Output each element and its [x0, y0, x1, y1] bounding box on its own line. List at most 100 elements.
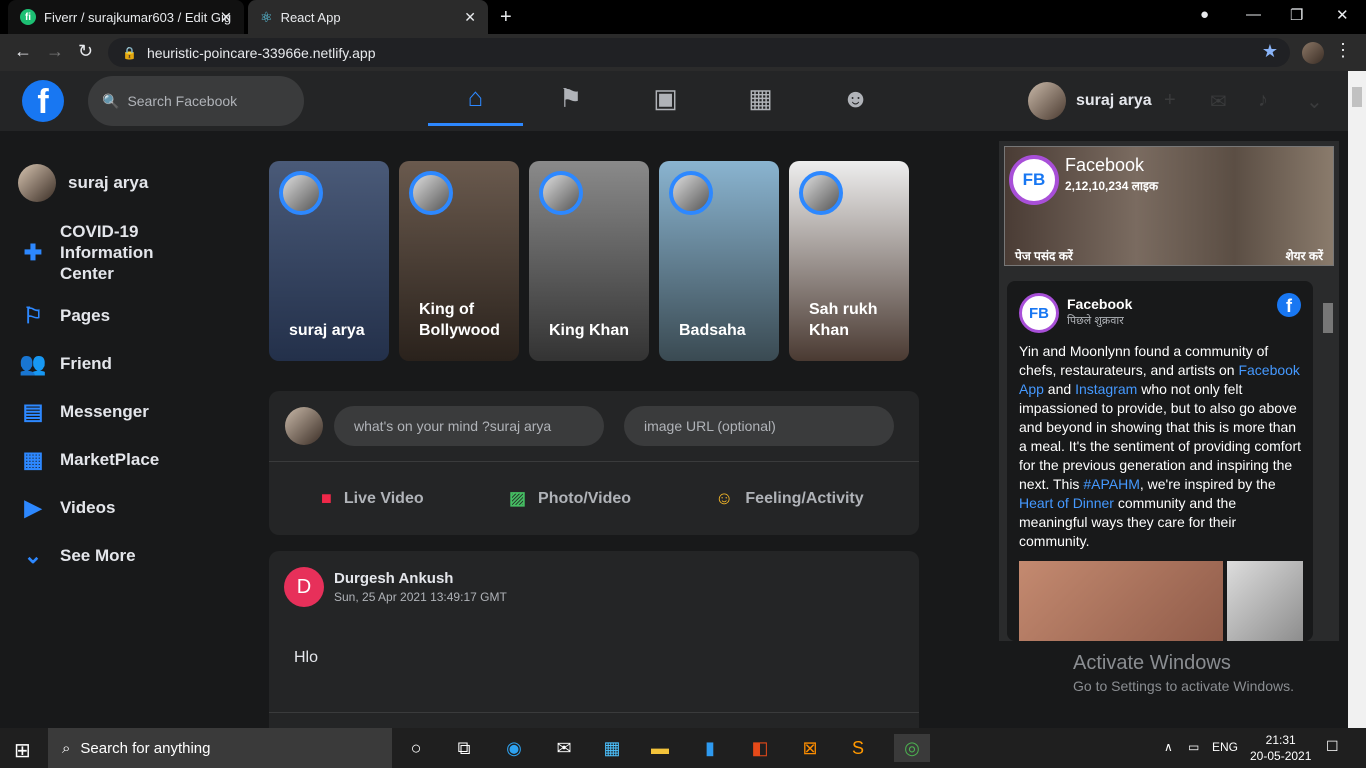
divider: [269, 461, 919, 462]
minimize-icon[interactable]: —: [1246, 6, 1261, 23]
groups-tab-icon[interactable]: ☻: [808, 71, 903, 126]
avatar: [1028, 82, 1066, 120]
page-logo: FB: [1009, 155, 1059, 205]
close-tab-icon[interactable]: ✕: [464, 9, 476, 26]
share-button[interactable]: शेयर करें: [1286, 247, 1324, 264]
add-icon[interactable]: +: [1164, 89, 1176, 112]
profile-dropdown-icon[interactable]: ●: [1200, 6, 1209, 23]
store-icon[interactable]: ▦: [598, 734, 626, 762]
sidebar-item-covid[interactable]: ✚ COVID-19 Information Center: [18, 221, 154, 284]
browser-profile-avatar[interactable]: [1302, 42, 1324, 64]
photo-video-button[interactable]: ▨ Photo/Video: [509, 488, 631, 509]
plus-square-icon: ✚: [23, 239, 43, 265]
status-input[interactable]: what's on your mind ?suraj arya: [334, 406, 604, 446]
windows-start-icon[interactable]: ⊞: [14, 738, 31, 763]
post-image[interactable]: [1019, 561, 1223, 641]
store-icon: ▦: [22, 447, 44, 472]
sidebar-item-see-more[interactable]: ⌄ See More: [18, 541, 136, 571]
url-field[interactable]: 🔒 heuristic-poincare-33966e.netlify.app: [108, 38, 1290, 67]
close-window-icon[interactable]: ✕: [1336, 6, 1349, 24]
post-date: पिछले शुक्रवार: [1067, 315, 1124, 327]
story-card[interactable]: Sah rukh Khan: [789, 161, 909, 361]
taskbar-search[interactable]: ⌕ Search for anything: [48, 728, 392, 768]
office-icon[interactable]: ◧: [746, 734, 774, 762]
story-name: Badsaha: [679, 322, 746, 339]
watch-tab-icon[interactable]: ▣: [618, 71, 713, 126]
account-chevron-icon[interactable]: ⌄: [1306, 89, 1323, 114]
post-image[interactable]: [1227, 561, 1303, 641]
story-card[interactable]: King of Bollywood: [399, 161, 519, 361]
page-cover[interactable]: FB Facebook 2,12,10,234 लाइक पेज पसंद कर…: [1004, 146, 1334, 266]
sidebar-item-pages[interactable]: ⚐ Pages: [18, 301, 110, 331]
mail-icon[interactable]: ✉: [550, 734, 578, 762]
lock-icon: 🔒: [122, 45, 137, 60]
page-name[interactable]: Facebook: [1067, 296, 1132, 312]
page-post-card: FB Facebook पिछले शुक्रवार f Yin and Moo…: [1007, 281, 1313, 641]
page-scrollbar[interactable]: [1348, 71, 1366, 728]
story-card[interactable]: Badsaha: [659, 161, 779, 361]
sidebar-item-marketplace[interactable]: ▦ MarketPlace: [18, 445, 160, 475]
story-name: Sah rukh Khan: [809, 301, 878, 339]
like-page-button[interactable]: पेज पसंद करें: [1015, 247, 1073, 264]
story-card[interactable]: suraj arya: [269, 161, 389, 361]
task-view-icon[interactable]: ⧉: [450, 734, 478, 762]
notifications-bell-icon[interactable]: ♪: [1258, 89, 1268, 112]
search-input[interactable]: 🔍 Search Facebook: [88, 76, 304, 126]
sidebar-item-videos[interactable]: ▶ Videos: [18, 493, 116, 523]
facebook-icon[interactable]: f: [1277, 293, 1301, 317]
facebook-logo[interactable]: f: [22, 80, 64, 122]
avatar[interactable]: D: [284, 567, 324, 607]
page-name[interactable]: Facebook: [1065, 155, 1144, 176]
notifications-icon[interactable]: ☐: [1326, 738, 1339, 755]
language-indicator[interactable]: ENG: [1212, 740, 1238, 754]
header-user-name: suraj arya: [1076, 92, 1152, 109]
file-explorer-icon[interactable]: ▬: [646, 734, 674, 762]
edge-icon[interactable]: ◉: [500, 734, 528, 762]
image-url-input[interactable]: image URL (optional): [624, 406, 894, 446]
tray-chevron-icon[interactable]: ∧: [1164, 740, 1173, 754]
chrome-icon[interactable]: ◎: [894, 734, 930, 762]
link-instagram[interactable]: Instagram: [1075, 381, 1137, 397]
scrollbar-thumb[interactable]: [1352, 87, 1362, 107]
smiley-icon: ☺: [715, 488, 734, 508]
option-label: Feeling/Activity: [745, 489, 864, 507]
story-card[interactable]: King Khan: [529, 161, 649, 361]
close-tab-icon[interactable]: ✕: [220, 9, 232, 26]
live-video-button[interactable]: ■ Live Video: [321, 488, 424, 509]
restore-icon[interactable]: ❐: [1290, 6, 1303, 24]
browser-tab-fiverr[interactable]: fi Fiverr / surajkumar603 / Edit Gig ✕: [8, 0, 244, 34]
battery-icon[interactable]: ▭: [1188, 740, 1199, 754]
browser-tab-react-app[interactable]: ⚛ React App ✕: [248, 0, 488, 34]
forward-icon[interactable]: →: [46, 41, 64, 62]
feeling-activity-button[interactable]: ☺ Feeling/Activity: [715, 488, 864, 509]
sidebar-item-label: MarketPlace: [60, 450, 160, 469]
sublime-icon[interactable]: S: [844, 734, 872, 762]
pages-flag-tab-icon[interactable]: ⚑: [523, 71, 618, 126]
tab-title: Fiverr / surajkumar603 / Edit Gig: [44, 9, 232, 25]
xampp-icon[interactable]: ⊠: [796, 734, 824, 762]
text-span: , we're inspired by the: [1139, 476, 1276, 492]
post-author[interactable]: Durgesh Ankush: [334, 570, 453, 587]
sidebar-item-friend[interactable]: 👥 Friend: [18, 349, 112, 379]
marketplace-tab-icon[interactable]: ▦: [713, 71, 808, 126]
cortana-icon[interactable]: ○: [402, 734, 430, 762]
scrollbar-thumb[interactable]: [1323, 303, 1333, 333]
messenger-icon[interactable]: ✉: [1210, 89, 1227, 114]
sidebar-item-label: COVID-19 Information Center: [60, 222, 154, 283]
text-span: Yin and Moonlynn found a community of ch…: [1019, 343, 1269, 378]
widget-scrollbar[interactable]: [1320, 285, 1336, 640]
reload-icon[interactable]: ↻: [78, 41, 93, 62]
sidebar-item-profile[interactable]: suraj arya: [18, 164, 148, 202]
link-heart-of-dinner[interactable]: Heart of Dinner: [1019, 495, 1114, 511]
link-apahm[interactable]: #APAHM: [1083, 476, 1140, 492]
clock[interactable]: 21:31 20-05-2021: [1250, 732, 1311, 764]
home-tab-icon[interactable]: ⌂: [428, 71, 523, 126]
header-profile[interactable]: suraj arya: [1028, 81, 1152, 121]
back-icon[interactable]: ←: [14, 41, 32, 62]
new-tab-button[interactable]: +: [500, 6, 512, 29]
browser-menu-icon[interactable]: ⋮: [1334, 40, 1352, 61]
phone-icon[interactable]: ▮: [696, 734, 724, 762]
sidebar-user-name: suraj arya: [68, 173, 149, 192]
bookmark-star-icon[interactable]: ★: [1262, 41, 1278, 62]
sidebar-item-messenger[interactable]: ▤ Messenger: [18, 397, 149, 427]
